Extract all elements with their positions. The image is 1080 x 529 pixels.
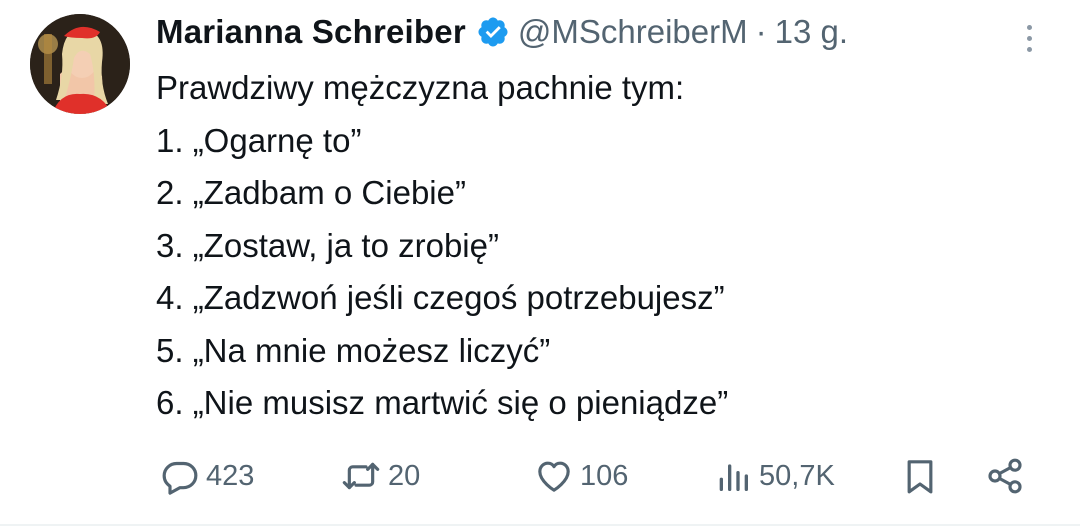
like-button[interactable]: 106 [534,452,628,500]
share-icon [985,456,1025,496]
tweet-line: 5. „Na mnie możesz liczyć” [156,331,551,369]
tweet-text: Prawdziwy mężczyzna pachnie tym: 1. „Oga… [156,62,1056,430]
reply-icon [160,456,200,496]
tweet: Marianna Schreiber @MSchreiberM · 13 g. … [0,0,1080,529]
repost-button[interactable]: 20 [340,452,420,500]
tweet-line: 2. „Zadbam o Ciebie” [156,174,466,211]
views-icon [713,456,753,496]
bookmark-icon [900,456,940,496]
tweet-line: 6. „Nie musisz martwić się o pieniądze” [156,384,729,421]
author-name[interactable]: Marianna Schreiber [156,13,466,51]
bookmark-button[interactable] [900,452,940,500]
reply-count: 423 [206,459,255,492]
divider [0,524,1080,526]
action-bar: 423 20 106 50,7K [160,452,1040,500]
tweet-line: 4. „Zadzwoń jeśli czegoś potrzebujesz” [156,279,725,316]
repost-icon [340,456,382,496]
like-count: 106 [580,459,629,492]
more-vertical-icon[interactable] [1014,18,1044,58]
avatar-image [30,14,130,114]
separator-dot: · [755,13,767,50]
author-handle[interactable]: @MSchreiberM [518,13,748,51]
tweet-line: 3. „Zostaw, ja to zrobię” [156,226,499,264]
tweet-line: Prawdziwy mężczyzna pachnie tym: [156,69,685,106]
avatar[interactable] [30,14,130,114]
views-button[interactable]: 50,7K [713,452,835,500]
repost-count: 20 [388,459,421,492]
verified-badge-icon [476,15,510,49]
views-count: 50,7K [759,459,835,492]
like-icon [534,456,574,496]
reply-button[interactable]: 423 [160,452,254,500]
tweet-line: 1. „Ogarnę to” [156,121,362,159]
share-button[interactable] [985,452,1025,500]
tweet-header: Marianna Schreiber @MSchreiberM · 13 g. [156,8,848,56]
timestamp[interactable]: 13 g. [775,13,848,51]
